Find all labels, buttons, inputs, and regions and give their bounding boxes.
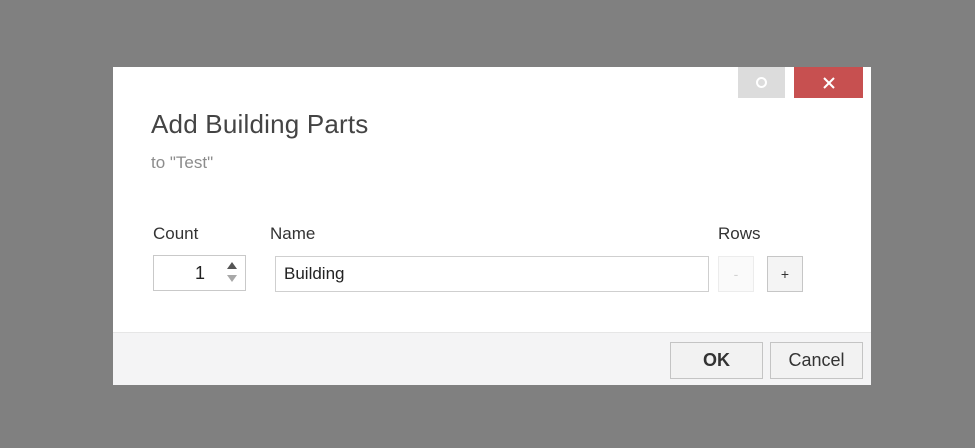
add-row-button[interactable]: + xyxy=(767,256,803,292)
name-input[interactable] xyxy=(275,256,709,292)
count-label: Count xyxy=(153,224,199,243)
close-icon xyxy=(822,76,835,89)
dialog-subtitle: to "Test" xyxy=(151,153,214,172)
count-value: 1 xyxy=(194,263,205,283)
restore-button[interactable] xyxy=(738,67,785,98)
remove-row-button[interactable]: - xyxy=(718,256,754,292)
dialog-footer: OK Cancel xyxy=(113,332,871,385)
rows-label: Rows xyxy=(718,224,761,243)
cancel-button[interactable]: Cancel xyxy=(770,342,863,379)
decrement-count-button[interactable] xyxy=(226,273,238,283)
name-label: Name xyxy=(270,224,316,243)
arrow-down-icon xyxy=(227,274,237,282)
ok-button[interactable]: OK xyxy=(670,342,763,379)
add-building-parts-dialog: Add Building Parts to "Test" Count Name … xyxy=(113,67,871,385)
count-stepper[interactable]: 1 xyxy=(153,255,246,291)
increment-count-button[interactable] xyxy=(226,260,238,270)
dialog-title: Add Building Parts xyxy=(151,109,369,139)
close-button[interactable] xyxy=(794,67,863,98)
arrow-up-icon xyxy=(227,261,237,269)
restore-icon xyxy=(756,77,767,88)
